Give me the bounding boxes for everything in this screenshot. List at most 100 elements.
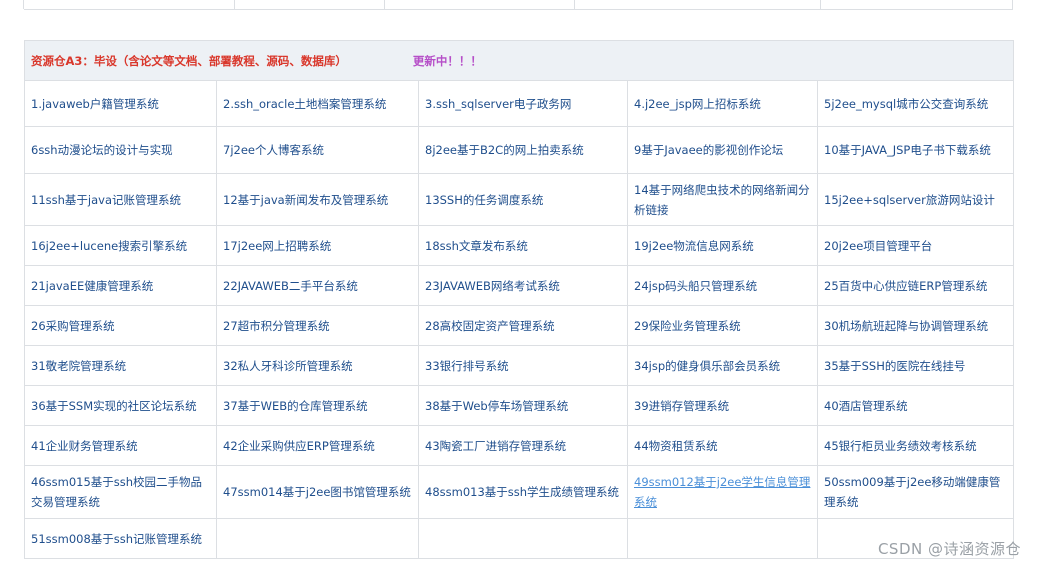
previous-table-cell <box>384 0 575 9</box>
project-link[interactable]: 40酒店管理系统 <box>824 399 908 413</box>
project-cell: 34jsp的健身俱乐部会员系统 <box>627 345 818 386</box>
project-link[interactable]: 28高校固定资产管理系统 <box>425 319 555 333</box>
project-link[interactable]: 37基于WEB的仓库管理系统 <box>223 399 368 413</box>
project-cell: 16j2ee+lucene搜索引擎系统 <box>24 225 217 266</box>
project-link[interactable]: 10基于JAVA_JSP电子书下载系统 <box>824 143 991 157</box>
project-link[interactable]: 18ssh文章发布系统 <box>425 239 528 253</box>
project-cell: 21javaEE健康管理系统 <box>24 265 217 306</box>
project-cell: 26采购管理系统 <box>24 305 217 346</box>
project-cell: 27超市积分管理系统 <box>216 305 419 346</box>
project-link[interactable]: 25百货中心供应链ERP管理系统 <box>824 279 987 293</box>
project-cell: 31敬老院管理系统 <box>24 345 217 386</box>
project-link[interactable]: 45银行柜员业务绩效考核系统 <box>824 439 977 453</box>
project-cell: 44物资租赁系统 <box>627 425 818 466</box>
project-link[interactable]: 32私人牙科诊所管理系统 <box>223 359 353 373</box>
project-link[interactable]: 41企业财务管理系统 <box>31 439 138 453</box>
project-link[interactable]: 12基于java新闻发布及管理系统 <box>223 193 388 207</box>
project-cell: 28高校固定资产管理系统 <box>418 305 628 346</box>
project-link[interactable]: 23JAVAWEB网络考试系统 <box>425 279 560 293</box>
project-link[interactable]: 17j2ee网上招聘系统 <box>223 239 331 253</box>
table-row: 41企业财务管理系统 42企业采购供应ERP管理系统 43陶瓷工厂进销存管理系统… <box>24 425 1014 466</box>
project-link[interactable]: 36基于SSM实现的社区论坛系统 <box>31 399 197 413</box>
project-link[interactable]: 15j2ee+sqlserver旅游网站设计 <box>824 193 995 207</box>
project-link[interactable]: 26采购管理系统 <box>31 319 115 333</box>
previous-table-cell <box>574 0 821 9</box>
table-row: 51ssm008基于ssh记账管理系统 <box>24 518 1014 559</box>
project-link[interactable]: 39进销存管理系统 <box>634 399 729 413</box>
project-link[interactable]: 20j2ee项目管理平台 <box>824 239 932 253</box>
csdn-watermark: CSDN @诗涵资源仓 <box>877 540 1021 558</box>
project-cell: 49ssm012基于j2ee学生信息管理系统 <box>627 465 818 519</box>
project-cell: 19j2ee物流信息网系统 <box>627 225 818 266</box>
project-cell: 30机场航班起降与协调管理系统 <box>817 305 1014 346</box>
empty-cell <box>216 518 419 559</box>
project-cell: 36基于SSM实现的社区论坛系统 <box>24 385 217 426</box>
project-link[interactable]: 4.j2ee_jsp网上招标系统 <box>634 97 761 111</box>
project-cell: 11ssh基于java记账管理系统 <box>24 173 217 226</box>
project-cell: 13SSH的任务调度系统 <box>418 173 628 226</box>
table-row: 16j2ee+lucene搜索引擎系统 17j2ee网上招聘系统 18ssh文章… <box>24 225 1014 266</box>
project-link[interactable]: 50ssm009基于j2ee移动端健康管理系统 <box>824 475 1000 509</box>
project-link[interactable]: 19j2ee物流信息网系统 <box>634 239 754 253</box>
project-link[interactable]: 5j2ee_mysql城市公交查询系统 <box>824 97 988 111</box>
project-link[interactable]: 21javaEE健康管理系统 <box>31 279 153 293</box>
project-cell: 7j2ee个人博客系统 <box>216 126 419 174</box>
project-cell: 39进销存管理系统 <box>627 385 818 426</box>
table-row: 46ssm015基于ssh校园二手物品交易管理系统 47ssm014基于j2ee… <box>24 465 1014 519</box>
previous-table-cell <box>1012 0 1014 9</box>
resource-title: 资源仓A3：毕设（含论文等文档、部署教程、源码、数据库） <box>31 53 347 68</box>
project-link[interactable]: 3.ssh_sqlserver电子政务网 <box>425 97 571 111</box>
project-cell: 45银行柜员业务绩效考核系统 <box>817 425 1014 466</box>
project-cell: 17j2ee网上招聘系统 <box>216 225 419 266</box>
project-link[interactable]: 29保险业务管理系统 <box>634 319 741 333</box>
project-link[interactable]: 13SSH的任务调度系统 <box>425 193 543 207</box>
project-cell: 24jsp码头船只管理系统 <box>627 265 818 306</box>
project-cell: 47ssm014基于j2ee图书馆管理系统 <box>216 465 419 519</box>
project-link-visited[interactable]: 49ssm012基于j2ee学生信息管理系统 <box>634 475 810 509</box>
project-link[interactable]: 33银行排号系统 <box>425 359 509 373</box>
project-cell: 9基于Javaee的影视创作论坛 <box>627 126 818 174</box>
project-link[interactable]: 34jsp的健身俱乐部会员系统 <box>634 359 780 373</box>
table-header-cell: 资源仓A3：毕设（含论文等文档、部署教程、源码、数据库） 更新中！！！ <box>24 40 1014 81</box>
project-link[interactable]: 44物资租赁系统 <box>634 439 718 453</box>
project-link[interactable]: 22JAVAWEB二手平台系统 <box>223 279 358 293</box>
project-link[interactable]: 30机场航班起降与协调管理系统 <box>824 319 988 333</box>
project-link[interactable]: 14基于网络爬虫技术的网络新闻分析链接 <box>634 183 810 217</box>
project-cell: 3.ssh_sqlserver电子政务网 <box>418 80 628 127</box>
project-cell: 50ssm009基于j2ee移动端健康管理系统 <box>817 465 1014 519</box>
project-link[interactable]: 46ssm015基于ssh校园二手物品交易管理系统 <box>31 475 202 509</box>
project-link[interactable]: 27超市积分管理系统 <box>223 319 330 333</box>
project-link[interactable]: 8j2ee基于B2C的网上拍卖系统 <box>425 143 584 157</box>
table-header-row: 资源仓A3：毕设（含论文等文档、部署教程、源码、数据库） 更新中！！！ <box>24 40 1014 81</box>
project-link[interactable]: 43陶瓷工厂进销存管理系统 <box>425 439 566 453</box>
project-link[interactable]: 51ssm008基于ssh记账管理系统 <box>31 532 202 546</box>
table-row: 1.javaweb户籍管理系统 2.ssh_oracle土地档案管理系统 3.s… <box>24 80 1014 127</box>
project-link[interactable]: 47ssm014基于j2ee图书馆管理系统 <box>223 485 411 499</box>
table-row: 11ssh基于java记账管理系统 12基于java新闻发布及管理系统 13SS… <box>24 173 1014 226</box>
project-link[interactable]: 9基于Javaee的影视创作论坛 <box>634 143 783 157</box>
project-cell: 10基于JAVA_JSP电子书下载系统 <box>817 126 1014 174</box>
project-link[interactable]: 42企业采购供应ERP管理系统 <box>223 439 375 453</box>
project-link[interactable]: 1.javaweb户籍管理系统 <box>31 97 159 111</box>
resource-table: 资源仓A3：毕设（含论文等文档、部署教程、源码、数据库） 更新中！！！ 1.jav… <box>24 40 1014 559</box>
project-cell: 38基于Web停车场管理系统 <box>418 385 628 426</box>
project-link[interactable]: 48ssm013基于ssh学生成绩管理系统 <box>425 485 619 499</box>
project-link[interactable]: 6ssh动漫论坛的设计与实现 <box>31 143 173 157</box>
table-row: 31敬老院管理系统 32私人牙科诊所管理系统 33银行排号系统 34jsp的健身… <box>24 345 1014 386</box>
project-link[interactable]: 24jsp码头船只管理系统 <box>634 279 757 293</box>
project-link[interactable]: 16j2ee+lucene搜索引擎系统 <box>31 239 187 253</box>
update-status: 更新中！！！ <box>412 53 482 68</box>
project-cell: 42企业采购供应ERP管理系统 <box>216 425 419 466</box>
project-link[interactable]: 7j2ee个人博客系统 <box>223 143 324 157</box>
project-link[interactable]: 35基于SSH的医院在线挂号 <box>824 359 965 373</box>
table-row: 6ssh动漫论坛的设计与实现 7j2ee个人博客系统 8j2ee基于B2C的网上… <box>24 126 1014 174</box>
project-cell: 8j2ee基于B2C的网上拍卖系统 <box>418 126 628 174</box>
project-cell: 37基于WEB的仓库管理系统 <box>216 385 419 426</box>
project-cell: 25百货中心供应链ERP管理系统 <box>817 265 1014 306</box>
project-link[interactable]: 11ssh基于java记账管理系统 <box>31 193 181 207</box>
project-cell: 33银行排号系统 <box>418 345 628 386</box>
project-link[interactable]: 2.ssh_oracle土地档案管理系统 <box>223 97 386 111</box>
project-cell: 48ssm013基于ssh学生成绩管理系统 <box>418 465 628 519</box>
project-link[interactable]: 38基于Web停车场管理系统 <box>425 399 568 413</box>
project-link[interactable]: 31敬老院管理系统 <box>31 359 126 373</box>
